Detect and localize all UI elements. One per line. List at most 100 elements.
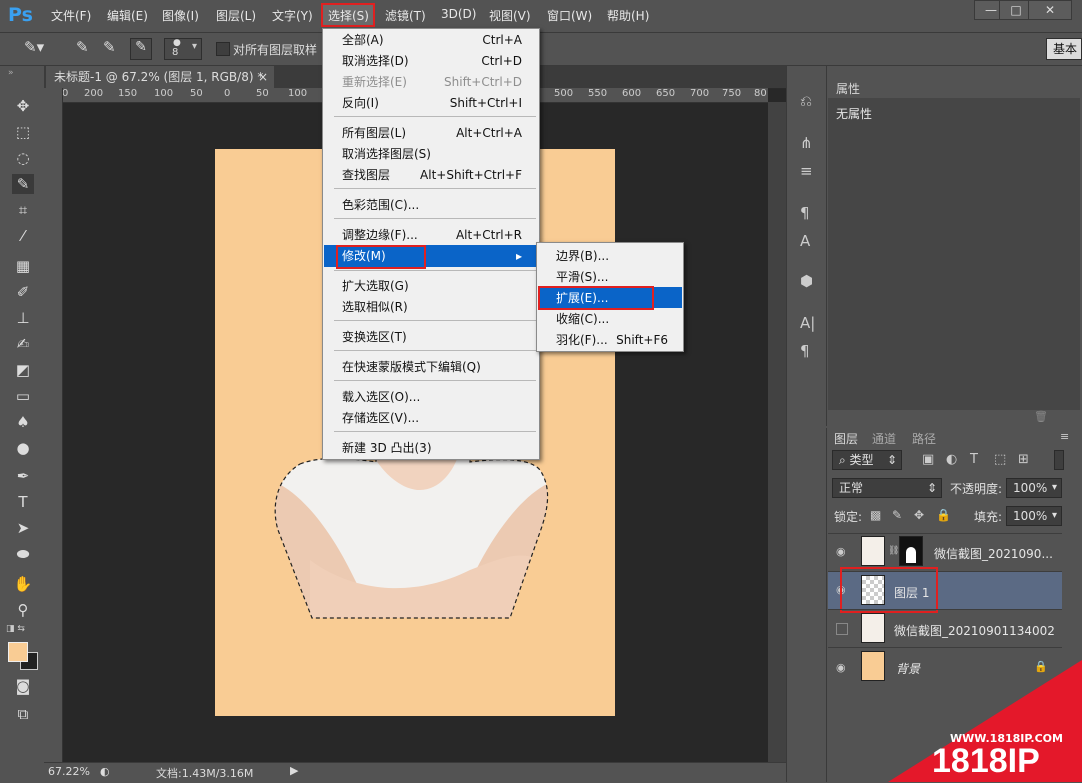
paragraph-panel-icon[interactable]: ¶ — [800, 342, 810, 360]
filter-adjustment-icon[interactable]: ◐ — [946, 452, 957, 467]
menu-item-grow[interactable]: 扩大选取(G) — [342, 276, 532, 296]
quick-selection-tool-icon[interactable]: ✎ — [12, 174, 34, 194]
eye-icon[interactable]: ◉ — [836, 661, 848, 674]
tab-channels[interactable]: 通道 — [872, 430, 896, 447]
layer-name[interactable]: 微信截图_2021090... — [934, 545, 1053, 562]
add-selection-icon[interactable]: ✎ — [103, 38, 127, 60]
menu-select[interactable]: 选择(S) — [328, 7, 369, 24]
new-selection-icon[interactable]: ✎ — [76, 38, 100, 60]
3d-panel-icon[interactable]: ⬢ — [800, 272, 813, 290]
filter-shape-icon[interactable]: ⬚ — [994, 452, 1006, 467]
filter-smart-object-icon[interactable]: ⊞ — [1018, 452, 1029, 467]
link-icon[interactable]: ⛓ — [888, 546, 899, 556]
zoom-level[interactable]: 67.22% — [48, 765, 90, 778]
crop-tool-icon[interactable]: ⌗ — [12, 200, 34, 220]
shape-tool-icon[interactable]: ⬬ — [12, 544, 34, 564]
brush-tool-icon[interactable]: ✐ — [12, 282, 34, 302]
menu-item-refine-edge[interactable]: 调整边缘(F)... Alt+Ctrl+R — [342, 225, 532, 245]
menu-file[interactable]: 文件(F) — [51, 7, 91, 24]
blend-mode-dropdown[interactable]: 正常 ⇕ — [832, 478, 942, 498]
clone-stamp-tool-icon[interactable]: ⊥ — [12, 308, 34, 328]
lasso-tool-icon[interactable]: ◌ — [12, 148, 34, 168]
menu-item-color-range[interactable]: 色彩范围(C)... — [342, 195, 532, 215]
blur-tool-icon[interactable]: ♠ — [12, 412, 34, 432]
layer-mask-thumbnail[interactable] — [899, 536, 923, 566]
eraser-tool-icon[interactable]: ◩ — [12, 360, 34, 380]
pen-tool-icon[interactable]: ✒ — [12, 466, 34, 486]
lock-image-icon[interactable]: ✎ — [892, 508, 902, 522]
tab-layers[interactable]: 图层 — [834, 430, 858, 447]
brush-size-picker[interactable]: ● 8 ▾ — [164, 38, 202, 60]
visibility-toggle[interactable] — [836, 623, 848, 635]
move-tool-icon[interactable]: ✥ — [12, 96, 34, 116]
menu-window[interactable]: 窗口(W) — [547, 7, 592, 24]
trash-icon[interactable]: 🗑 — [1034, 410, 1048, 423]
menu-item-new-3d-extrusion[interactable]: 新建 3D 凸出(3) — [342, 438, 532, 458]
close-button[interactable]: ✕ — [1028, 0, 1072, 20]
menu-item-deselect-layers[interactable]: 取消选择图层(S) — [342, 144, 532, 164]
selection-marquee[interactable] — [270, 450, 556, 626]
menu-view[interactable]: 视图(V) — [489, 7, 531, 24]
gradient-tool-icon[interactable]: ▭ — [12, 386, 34, 406]
panel-menu-icon[interactable]: ≡ — [1060, 430, 1069, 443]
menu-item-similar[interactable]: 选取相似(R) — [342, 297, 532, 317]
menu-help[interactable]: 帮助(H) — [607, 7, 649, 24]
path-selection-tool-icon[interactable]: ➤ — [12, 518, 34, 538]
dodge-tool-icon[interactable]: ● — [12, 438, 34, 458]
lock-position-icon[interactable]: ✥ — [914, 508, 924, 522]
menu-item-quick-mask[interactable]: 在快速蒙版模式下编辑(Q) — [342, 357, 532, 377]
tab-close-icon[interactable]: × — [258, 66, 268, 88]
history-brush-tool-icon[interactable]: ✍ — [12, 334, 34, 354]
filter-pixel-icon[interactable]: ▣ — [922, 452, 934, 467]
document-tab[interactable]: 未标题-1 @ 67.2% (图层 1, RGB/8) * × — [46, 66, 274, 88]
collapse-icon[interactable]: » — [8, 68, 14, 78]
submenu-item-smooth[interactable]: 平滑(S)... — [556, 267, 678, 287]
tab-paths[interactable]: 路径 — [912, 430, 936, 447]
quick-mask-icon[interactable]: ◙ — [12, 676, 34, 696]
hand-tool-icon[interactable]: ✋ — [12, 574, 34, 594]
submenu-item-border[interactable]: 边界(B)... — [556, 246, 678, 266]
properties-tab[interactable]: 属性 — [836, 80, 860, 97]
paragraph-styles-icon[interactable]: ¶ — [800, 204, 810, 222]
menu-type[interactable]: 文字(Y) — [272, 7, 313, 24]
screen-mode-icon[interactable]: ⧉ — [12, 704, 34, 724]
layer-name[interactable]: 微信截图_20210901134002 — [894, 622, 1055, 639]
menu-edit[interactable]: 编辑(E) — [107, 7, 148, 24]
menu-item-inverse[interactable]: 反向(I) Shift+Ctrl+I — [342, 93, 532, 113]
menu-item-select-all[interactable]: 全部(A) Ctrl+A — [342, 30, 532, 50]
character-panel-icon[interactable]: A| — [800, 314, 815, 332]
submenu-item-contract[interactable]: 收缩(C)... — [556, 309, 678, 329]
lock-transparent-icon[interactable]: ▩ — [870, 508, 881, 522]
history-icon[interactable]: ⎌ — [800, 92, 812, 110]
default-colors-icon[interactable]: ◨ ⇆ — [6, 624, 25, 634]
menu-item-load-selection[interactable]: 载入选区(O)... — [342, 387, 532, 407]
menu-item-save-selection[interactable]: 存储选区(V)... — [342, 408, 532, 428]
brush-panel-icon[interactable]: ≡ — [800, 162, 813, 180]
filter-toggle[interactable] — [1054, 450, 1064, 470]
menu-3d[interactable]: 3D(D) — [441, 7, 476, 21]
submenu-item-feather[interactable]: 羽化(F)... Shift+F6 — [556, 330, 678, 350]
layer-filter-dropdown[interactable]: ⌕ 类型 ⇕ — [832, 450, 902, 470]
menu-item-transform-selection[interactable]: 变换选区(T) — [342, 327, 532, 347]
menu-layer[interactable]: 图层(L) — [216, 7, 256, 24]
marquee-tool-icon[interactable]: ⬚ — [12, 122, 34, 142]
menu-filter[interactable]: 滤镜(T) — [385, 7, 426, 24]
healing-brush-tool-icon[interactable]: ▦ — [12, 256, 34, 276]
type-tool-icon[interactable]: T — [12, 492, 34, 512]
zoom-tool-icon[interactable]: ⚲ — [12, 600, 34, 620]
filter-type-icon[interactable]: T — [970, 452, 978, 467]
menu-item-all-layers[interactable]: 所有图层(L) Alt+Ctrl+A — [342, 123, 532, 143]
fill-field[interactable]: 100% ▾ — [1006, 506, 1062, 526]
lock-all-icon[interactable]: 🔒 — [936, 508, 951, 522]
sample-all-layers-checkbox[interactable] — [216, 42, 230, 56]
quick-select-preset-icon[interactable]: ✎▾ — [24, 38, 64, 60]
foreground-color-swatch[interactable] — [8, 642, 28, 662]
character-styles-icon[interactable]: A — [800, 232, 810, 250]
eyedropper-tool-icon[interactable]: ⁄ — [12, 226, 34, 246]
menu-image[interactable]: 图像(I) — [162, 7, 199, 24]
menu-item-deselect[interactable]: 取消选择(D) Ctrl+D — [342, 51, 532, 71]
menu-item-find-layers[interactable]: 查找图层 Alt+Shift+Ctrl+F — [342, 165, 532, 185]
brush-presets-icon[interactable]: ⋔ — [800, 134, 813, 152]
subtract-selection-icon[interactable]: ✎ — [130, 38, 152, 60]
status-menu-arrow-icon[interactable]: ▶ — [290, 764, 298, 777]
